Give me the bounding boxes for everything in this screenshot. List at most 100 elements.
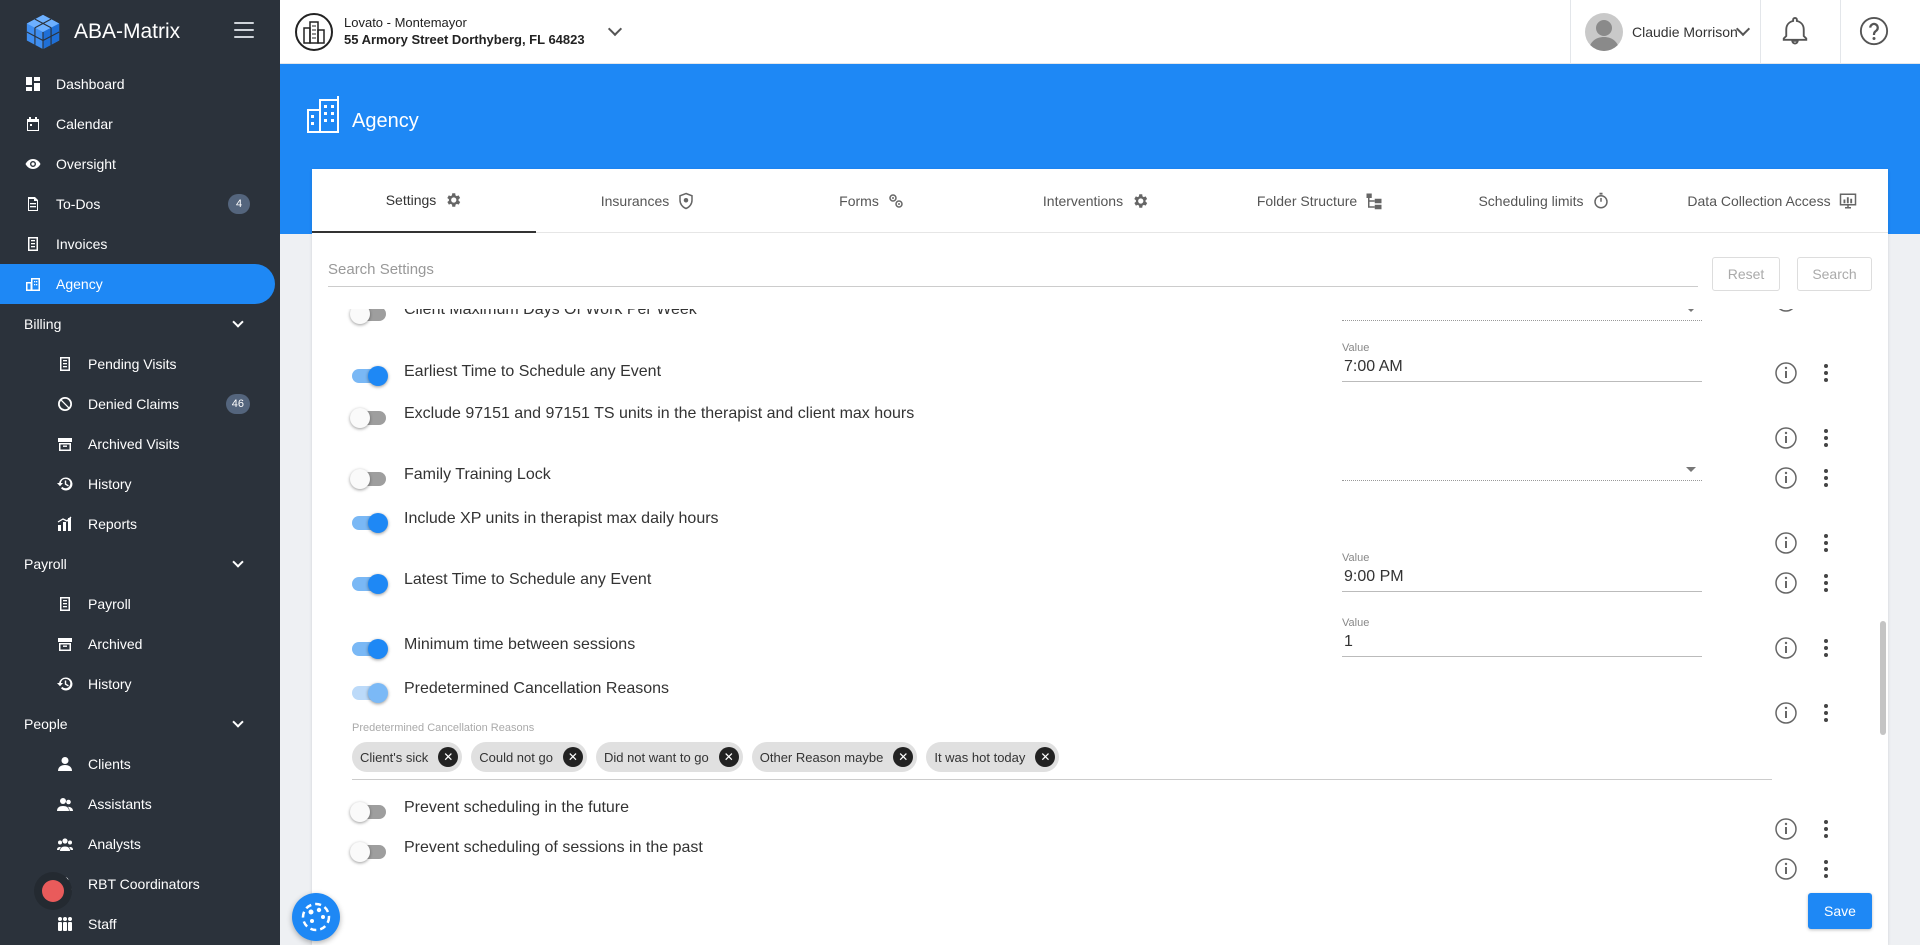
toggle-switch[interactable] xyxy=(352,366,388,386)
info-icon[interactable] xyxy=(1774,701,1798,725)
menu-toggle-icon[interactable] xyxy=(234,22,254,38)
info-icon[interactable] xyxy=(1774,817,1798,841)
tab-folder-structure[interactable]: Folder Structure xyxy=(1208,169,1432,233)
sidebar-item-rbt-coordinators[interactable]: RBT Coordinators xyxy=(0,864,280,904)
sidebar-item-agency[interactable]: Agency xyxy=(0,264,275,304)
user-menu[interactable]: Claudie Morrison xyxy=(1570,0,1920,64)
more-options-icon[interactable] xyxy=(1814,571,1838,595)
shield-icon xyxy=(679,192,693,210)
settings-scrollbar[interactable] xyxy=(1880,309,1886,909)
toggle-switch[interactable] xyxy=(350,842,386,862)
info-icon[interactable] xyxy=(1774,857,1798,881)
info-icon[interactable] xyxy=(1774,361,1798,385)
tab-forms[interactable]: Forms xyxy=(760,169,984,233)
sidebar-item-label: Denied Claims xyxy=(88,396,180,412)
remove-chip-icon[interactable]: ✕ xyxy=(893,747,914,767)
minimum-time-value-field[interactable]: Value 1 xyxy=(1342,617,1702,657)
remove-chip-icon[interactable]: ✕ xyxy=(718,747,739,767)
sidebar-section-payroll[interactable]: Payroll xyxy=(0,544,280,584)
bell-icon[interactable] xyxy=(1780,16,1810,46)
info-icon[interactable] xyxy=(1774,531,1798,555)
sidebar-item-clients[interactable]: Clients xyxy=(0,744,280,784)
setting-label: Include XP units in therapist max daily … xyxy=(404,510,719,527)
sidebar-item-todos[interactable]: To-Dos 4 xyxy=(0,184,280,224)
info-icon[interactable] xyxy=(1774,309,1798,313)
sidebar-item-oversight[interactable]: Oversight xyxy=(0,144,280,184)
sidebar-item-analysts[interactable]: Analysts xyxy=(0,824,280,864)
cancellation-reasons-chips: Client's sick ✕ Could not go ✕ Did not wan… xyxy=(352,742,1068,772)
help-icon[interactable] xyxy=(1859,16,1889,46)
chevron-down-icon xyxy=(232,716,244,728)
sidebar-item-label: Analysts xyxy=(88,836,141,852)
sidebar-item-reports[interactable]: Reports xyxy=(0,504,280,544)
info-icon[interactable] xyxy=(1774,571,1798,595)
sidebar-item-billing-history[interactable]: History xyxy=(0,464,280,504)
more-options-icon[interactable] xyxy=(1814,531,1838,555)
setting-select[interactable] xyxy=(1342,309,1702,321)
reset-button[interactable]: Reset xyxy=(1712,257,1780,291)
family-training-lock-select[interactable] xyxy=(1342,461,1702,481)
sidebar-item-dashboard[interactable]: Dashboard xyxy=(0,64,280,104)
more-options-icon[interactable] xyxy=(1814,857,1838,881)
toggle-switch[interactable] xyxy=(350,309,386,324)
chevron-down-icon[interactable] xyxy=(1735,21,1751,37)
sidebar-section-people[interactable]: People xyxy=(0,704,280,744)
remove-chip-icon[interactable]: ✕ xyxy=(1035,747,1056,767)
sidebar-item-payroll-history[interactable]: History xyxy=(0,664,280,704)
avatar xyxy=(1585,13,1623,51)
recording-indicator-icon[interactable] xyxy=(42,880,64,902)
more-options-icon[interactable] xyxy=(1814,361,1838,385)
palette-fab-button[interactable] xyxy=(292,893,340,941)
sidebar-section-billing[interactable]: Billing xyxy=(0,304,280,344)
toggle-switch[interactable] xyxy=(350,469,386,489)
tab-data-collection-access[interactable]: Data Collection Access xyxy=(1656,169,1888,233)
sidebar-item-pending-visits[interactable]: Pending Visits xyxy=(0,344,280,384)
sidebar-item-denied-claims[interactable]: Denied Claims 46 xyxy=(0,384,280,424)
info-icon[interactable] xyxy=(1774,466,1798,490)
tab-label: Folder Structure xyxy=(1256,193,1358,209)
sidebar-item-label: RBT Coordinators xyxy=(88,876,200,892)
tab-label: Forms xyxy=(839,193,879,209)
sidebar-item-label: Staff xyxy=(88,916,117,932)
sidebar-item-label: History xyxy=(88,476,132,492)
sidebar-item-assistants[interactable]: Assistants xyxy=(0,784,280,824)
dashboard-icon xyxy=(24,75,42,93)
toggle-switch[interactable] xyxy=(350,408,386,428)
more-options-icon[interactable] xyxy=(1814,817,1838,841)
toggle-switch[interactable] xyxy=(352,513,388,533)
toggle-switch[interactable] xyxy=(352,639,388,659)
sidebar-item-invoices[interactable]: Invoices xyxy=(0,224,280,264)
scroll-thumb[interactable] xyxy=(1880,621,1886,735)
more-options-icon[interactable] xyxy=(1814,466,1838,490)
tab-interventions[interactable]: Interventions xyxy=(984,169,1208,233)
tab-settings[interactable]: Settings xyxy=(312,169,536,233)
search-settings-input[interactable] xyxy=(328,253,1698,287)
latest-time-value-field[interactable]: Value 9:00 PM xyxy=(1342,552,1702,592)
remove-chip-icon[interactable]: ✕ xyxy=(438,747,459,767)
sidebar-item-calendar[interactable]: Calendar xyxy=(0,104,280,144)
tab-scheduling-limits[interactable]: Scheduling limits xyxy=(1432,169,1656,233)
divider xyxy=(1570,0,1571,64)
chevron-down-icon xyxy=(232,316,244,328)
remove-chip-icon[interactable]: ✕ xyxy=(562,747,583,767)
save-button[interactable]: Save xyxy=(1808,893,1872,929)
organization-switch-chevron-icon[interactable] xyxy=(607,21,623,37)
tab-insurances[interactable]: Insurances xyxy=(536,169,760,233)
info-icon[interactable] xyxy=(1774,636,1798,660)
sidebar-item-staff[interactable]: Staff xyxy=(0,904,280,944)
more-options-icon[interactable] xyxy=(1814,636,1838,660)
sidebar-item-payroll[interactable]: Payroll xyxy=(0,584,280,624)
earliest-time-value-field[interactable]: Value 7:00 AM xyxy=(1342,342,1702,382)
search-button[interactable]: Search xyxy=(1797,257,1872,291)
more-options-icon[interactable] xyxy=(1814,426,1838,450)
todos-count-badge: 4 xyxy=(228,194,250,214)
toggle-switch[interactable] xyxy=(350,802,386,822)
more-options-icon[interactable] xyxy=(1814,701,1838,725)
setting-label: Minimum time between sessions xyxy=(404,636,636,653)
toggle-switch[interactable] xyxy=(352,574,388,594)
sidebar-item-label: Assistants xyxy=(88,796,152,812)
toggle-switch[interactable] xyxy=(352,683,388,703)
info-icon[interactable] xyxy=(1774,426,1798,450)
sidebar-item-payroll-archived[interactable]: Archived xyxy=(0,624,280,664)
sidebar-item-archived-visits[interactable]: Archived Visits xyxy=(0,424,280,464)
